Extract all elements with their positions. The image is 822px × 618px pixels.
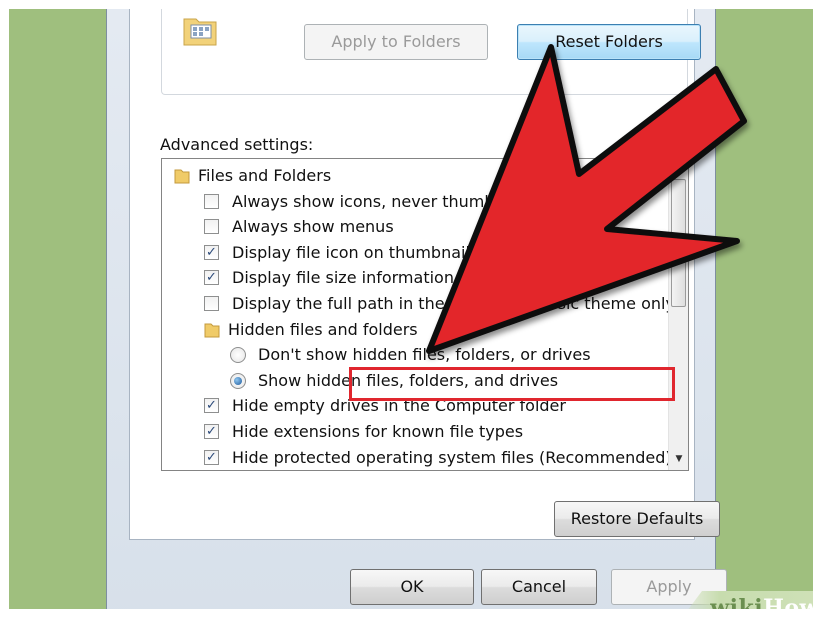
- tree-folder-row: Hidden files and folders: [162, 317, 662, 343]
- advanced-settings-label: Advanced settings:: [160, 135, 314, 154]
- tree-item-label: Display file size information in folder …: [232, 268, 560, 288]
- checkbox-checked-icon[interactable]: ✓: [204, 398, 219, 414]
- checkbox-unchecked-icon[interactable]: [204, 193, 219, 209]
- folder-icon: [174, 169, 190, 184]
- folder-views-group: Apply to Folders Reset Folders: [161, 9, 701, 95]
- folder-views-icon: [183, 18, 217, 46]
- view-tab-content: Apply to Folders Reset Folders Advanced …: [129, 9, 720, 540]
- checkbox-checked-icon[interactable]: ✓: [204, 424, 219, 439]
- tree-checkbox-row[interactable]: ✓ Hide protected operating system files (…: [162, 445, 672, 470]
- tree-item-label: Always show menus: [232, 217, 394, 237]
- tree-item-label: Don't show hidden files, folders, or dri…: [258, 345, 591, 365]
- tree-checkbox-row[interactable]: Display the full path in the title bar (…: [162, 291, 681, 317]
- tree-checkbox-row[interactable]: ✓ Display file size information in folder…: [162, 265, 662, 291]
- highlight-annotation-box: [349, 367, 675, 401]
- scrollbar-thumb[interactable]: [671, 179, 686, 307]
- tree-radio-row[interactable]: Don't show hidden files, folders, or dri…: [162, 342, 662, 368]
- cancel-button[interactable]: Cancel: [481, 569, 597, 605]
- tree-item-label: Display file icon on thumbnails: [232, 242, 479, 262]
- tree-item-label: Always show icons, never thumbnails: [232, 191, 532, 211]
- checkbox-checked-icon[interactable]: ✓: [204, 270, 219, 286]
- ok-button[interactable]: OK: [350, 569, 474, 605]
- scroll-down-arrow-icon[interactable]: ▼: [669, 452, 688, 466]
- checkbox-checked-icon[interactable]: ✓: [204, 449, 219, 465]
- tree-item-label: Hidden files and folders: [228, 319, 418, 339]
- tree-item-label: Hide protected operating system files (R…: [232, 447, 672, 467]
- tree-checkbox-row[interactable]: ✓ Hide extensions for known file types: [162, 419, 662, 445]
- tree-checkbox-row[interactable]: ✓ Display file icon on thumbnails: [162, 240, 662, 266]
- checkbox-unchecked-icon[interactable]: [204, 219, 219, 235]
- tree-item-label: Files and Folders: [198, 166, 332, 185]
- folder-icon: [204, 323, 220, 338]
- checkbox-checked-icon[interactable]: ✓: [204, 244, 219, 260]
- advanced-settings-tree[interactable]: Files and Folders Always show icons, neve…: [161, 158, 689, 471]
- settings-scrollbar[interactable]: ▼: [668, 159, 688, 470]
- wikihow-logo-text: wikiHow: [710, 595, 813, 609]
- tree-item-label: Display the full path in the title bar (…: [232, 294, 682, 313]
- image-frame: Apply to Folders Reset Folders Advanced …: [9, 9, 813, 609]
- restore-defaults-button[interactable]: Restore Defaults: [554, 501, 720, 537]
- reset-folders-button[interactable]: Reset Folders: [517, 24, 701, 60]
- tree-item-label: Hide extensions for known file types: [232, 422, 524, 441]
- tree-checkbox-row[interactable]: Always show icons, never thumbnails: [162, 189, 662, 215]
- apply-to-folders-button[interactable]: Apply to Folders: [304, 24, 488, 60]
- folder-options-dialog: Apply to Folders Reset Folders Advanced …: [106, 9, 727, 609]
- tree-folder-row: Files and Folders: [162, 163, 662, 189]
- radio-selected-icon[interactable]: [230, 372, 246, 389]
- tree-checkbox-row[interactable]: Always show menus: [162, 214, 662, 240]
- checkbox-unchecked-icon[interactable]: [204, 296, 219, 311]
- radio-unselected-icon[interactable]: [230, 347, 246, 364]
